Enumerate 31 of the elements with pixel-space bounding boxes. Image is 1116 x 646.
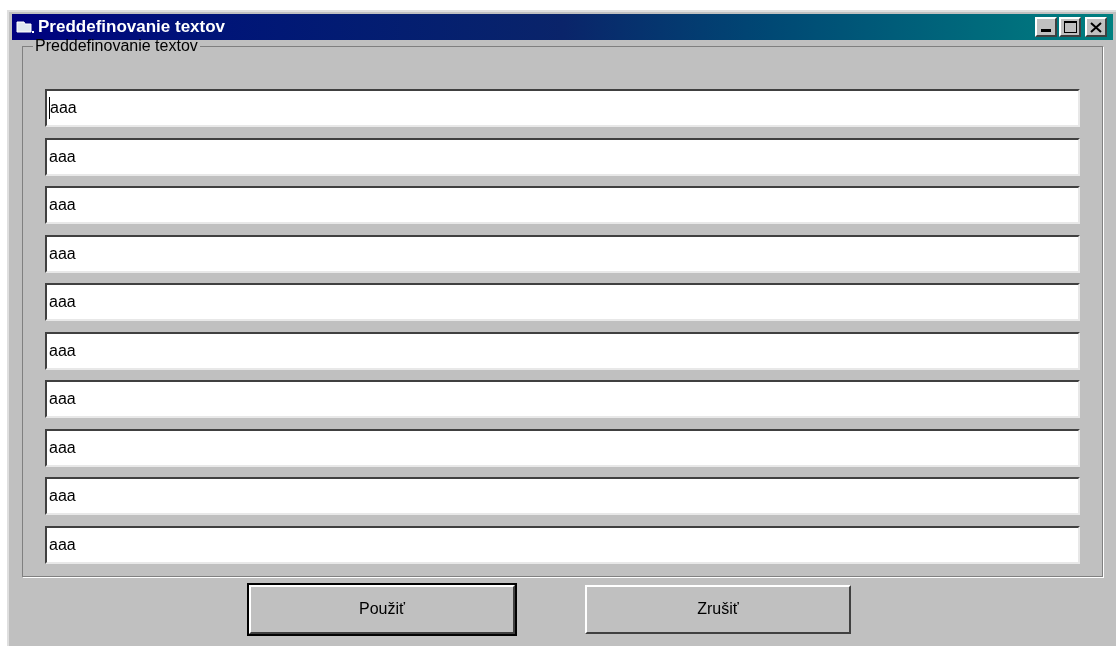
text-field[interactable]: aaa xyxy=(45,380,1080,418)
dialog-button[interactable]: Použiť xyxy=(249,584,515,634)
field-value: aaa xyxy=(50,98,77,118)
maximize-icon xyxy=(1063,21,1077,33)
window-title: Preddefinovanie textov xyxy=(38,16,227,39)
field-value: aaa xyxy=(49,146,76,167)
text-field[interactable]: aaa xyxy=(45,137,1080,176)
maximize-button[interactable] xyxy=(1059,17,1081,37)
minimize-icon xyxy=(1041,29,1051,32)
text-field[interactable]: aaa xyxy=(45,331,1080,370)
text-field[interactable]: aaa xyxy=(45,234,1080,273)
field-value: aaa xyxy=(49,195,76,215)
field-value: aaa xyxy=(49,389,76,409)
minimize-button[interactable] xyxy=(1035,17,1057,37)
field-value: aaa xyxy=(49,486,76,506)
field-value: aaa xyxy=(49,534,76,555)
text-field[interactable]: aaa xyxy=(45,283,1080,321)
group-label: Preddefinovanie textov xyxy=(34,37,199,55)
field-value: aaa xyxy=(49,340,76,361)
field-value: aaa xyxy=(49,292,76,312)
window-icon xyxy=(16,19,34,35)
field-value: aaa xyxy=(49,243,76,264)
text-field[interactable]: aaa xyxy=(45,525,1080,564)
text-field[interactable]: aaa xyxy=(45,428,1080,467)
close-icon xyxy=(1090,21,1102,33)
field-value: aaa xyxy=(49,437,76,458)
dialog-button[interactable]: Zrušiť xyxy=(585,584,851,634)
text-field[interactable]: aaa xyxy=(45,89,1080,127)
close-button[interactable] xyxy=(1085,17,1107,37)
text-field[interactable]: aaa xyxy=(45,477,1080,515)
text-field[interactable]: aaa xyxy=(45,186,1080,224)
